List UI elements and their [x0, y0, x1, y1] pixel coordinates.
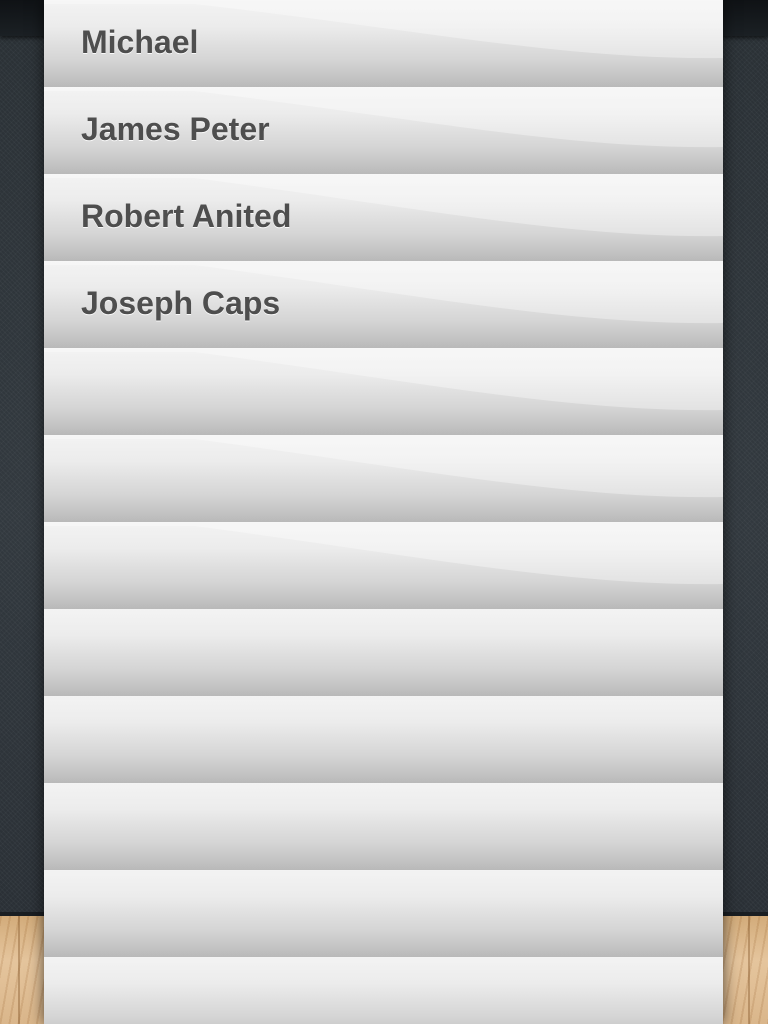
- list-item-label: Joseph Caps: [81, 285, 281, 321]
- list-item-empty[interactable]: [44, 435, 723, 522]
- list-item-james-peter[interactable]: James Peter: [44, 87, 723, 174]
- list-item-robert-anited[interactable]: Robert Anited: [44, 174, 723, 261]
- row-sheen: [44, 348, 723, 411]
- row-sheen: [44, 435, 723, 498]
- floor-seam: [18, 916, 20, 1024]
- list-item-empty[interactable]: [44, 348, 723, 435]
- list-item-empty[interactable]: [44, 696, 723, 783]
- list-item-michael[interactable]: Michael: [44, 0, 723, 87]
- name-list: Michael James Peter Robert Anited Joseph…: [44, 0, 723, 1024]
- list-item-empty[interactable]: [44, 870, 723, 957]
- list-item-empty[interactable]: [44, 783, 723, 870]
- list-item-label: Robert Anited: [81, 198, 292, 234]
- list-item-label: Michael: [81, 24, 199, 60]
- floor-seam: [748, 916, 750, 1024]
- list-item-empty[interactable]: [44, 957, 723, 1024]
- list-item-empty[interactable]: [44, 609, 723, 696]
- list-item-joseph-caps[interactable]: Joseph Caps: [44, 261, 723, 348]
- row-sheen: [44, 522, 723, 585]
- list-item-empty[interactable]: [44, 522, 723, 609]
- list-item-label: James Peter: [81, 111, 270, 147]
